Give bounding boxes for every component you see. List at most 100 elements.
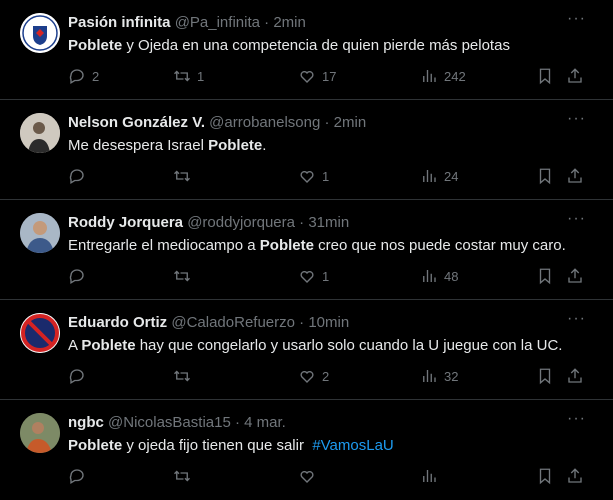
tweet-time[interactable]: 10min [308,314,349,331]
author-handle[interactable]: @CaladoRefuerzo [171,314,295,331]
author-handle[interactable]: @Pa_infinita [175,14,260,31]
bookmark-icon [539,468,551,485]
share-button[interactable] [566,66,584,86]
bookmark-icon [539,68,551,85]
reply-button[interactable] [68,166,92,186]
separator: · [299,314,305,331]
author-name[interactable]: Eduardo Ortiz [68,314,167,331]
like-button[interactable]: 2 [298,366,329,386]
tweet[interactable]: Eduardo Ortiz @CaladoRefuerzo · 10min ··… [0,300,613,400]
retweet-icon [174,370,190,382]
tweet-text-after: creo que nos puede costar muy caro. [313,237,566,254]
tweet-text-before: A [68,337,82,354]
retweet-button[interactable] [173,466,191,486]
reply-icon [69,469,84,484]
views-button[interactable]: 48 [420,266,458,286]
more-icon[interactable]: ··· [567,11,587,28]
avatar[interactable] [20,13,60,53]
views-icon [423,470,436,482]
tweet-text-keyword: Poblete [208,137,263,154]
share-button[interactable] [566,366,584,386]
views-button[interactable]: 24 [420,166,458,186]
reply-icon [69,269,84,284]
bookmark-button[interactable] [536,466,554,486]
retweet-button[interactable] [173,266,197,286]
author-name[interactable]: Nelson González V. [68,114,205,131]
view-count: 48 [444,268,459,284]
more-icon[interactable]: ··· [567,311,587,328]
share-button[interactable] [566,266,584,286]
share-button[interactable] [566,466,584,486]
share-icon [568,268,582,283]
tweet[interactable]: ngbc @NicolasBastia15 · 4 mar. ··· Poble… [0,400,613,500]
tweet-text-before: Me desespera Israel [68,137,209,154]
like-count: 17 [322,68,337,84]
author-handle[interactable]: @arrobanelsong [209,114,320,131]
like-count: 2 [322,368,330,384]
tweet-text: Poblete y ojeda fijo tienen que salir #V… [68,436,593,456]
views-button[interactable]: 32 [420,366,458,386]
avatar[interactable] [20,313,60,353]
like-icon [300,470,314,483]
share-icon [568,168,582,183]
like-button[interactable]: 17 [298,66,336,86]
tweet-actions: 1 48 [68,266,593,286]
tweet-time[interactable]: 31min [308,214,349,231]
bookmark-button[interactable] [536,366,554,386]
share-button[interactable] [566,166,584,186]
avatar[interactable] [20,113,60,153]
tweet-text-after: . [262,137,267,154]
more-icon[interactable]: ··· [567,111,587,128]
retweet-button[interactable]: 1 [173,66,204,86]
like-button[interactable]: 1 [298,266,329,286]
like-count: 1 [322,168,330,184]
author-handle[interactable]: @roddyjorquera [187,214,295,231]
bookmark-button[interactable] [536,266,554,286]
tweet-text: A Poblete hay que congelarlo y usarlo so… [68,336,593,356]
more-icon[interactable]: ··· [567,211,587,228]
views-button[interactable]: 242 [420,66,466,86]
tweet[interactable]: Roddy Jorquera @roddyjorquera · 31min ··… [0,200,613,300]
avatar[interactable] [20,213,60,253]
hashtag-link[interactable]: #VamosLaU [312,437,393,454]
share-icon [568,68,582,83]
like-icon [300,170,314,183]
tweet[interactable]: Nelson González V. @arrobanelsong · 2min… [0,100,613,200]
retweet-count: 1 [197,68,205,84]
tweet-text-keyword: Poblete [81,337,136,354]
separator: · [234,414,240,431]
reply-icon [69,369,84,384]
author-name[interactable]: Pasión infinita [68,14,171,31]
like-icon [300,70,314,83]
tweet-header: Nelson González V. @arrobanelsong · 2min [68,113,563,133]
view-count: 32 [444,368,459,384]
author-name[interactable]: Roddy Jorquera [68,214,183,231]
retweet-button[interactable] [173,366,197,386]
separator: · [299,214,305,231]
author-handle[interactable]: @NicolasBastia15 [108,414,231,431]
views-button[interactable] [420,466,438,486]
more-icon[interactable]: ··· [567,411,587,428]
tweet-time[interactable]: 2min [273,14,306,31]
view-count: 24 [444,168,459,184]
tweet[interactable]: Pasión infinita @Pa_infinita · 2min ··· … [0,0,613,100]
author-name[interactable]: ngbc [68,414,104,431]
tweet-text: Poblete y Ojeda en una competencia de qu… [68,36,593,56]
tweet-text-after: hay que congelarlo y usarlo solo cuando … [135,337,563,354]
bookmark-button[interactable] [536,166,554,186]
separator: · [324,114,330,131]
views-icon [423,70,436,82]
bookmark-button[interactable] [536,66,554,86]
reply-button[interactable] [68,266,92,286]
reply-button[interactable]: 2 [68,66,99,86]
like-icon [300,370,314,383]
tweet-time[interactable]: 4 mar. [244,414,286,431]
tweet-time[interactable]: 2min [334,114,367,131]
avatar[interactable] [20,413,60,453]
tweet-actions [68,466,593,486]
reply-button[interactable] [68,466,86,486]
like-button[interactable]: 1 [298,166,329,186]
like-button[interactable] [298,466,316,486]
reply-button[interactable] [68,366,92,386]
retweet-button[interactable] [173,166,197,186]
